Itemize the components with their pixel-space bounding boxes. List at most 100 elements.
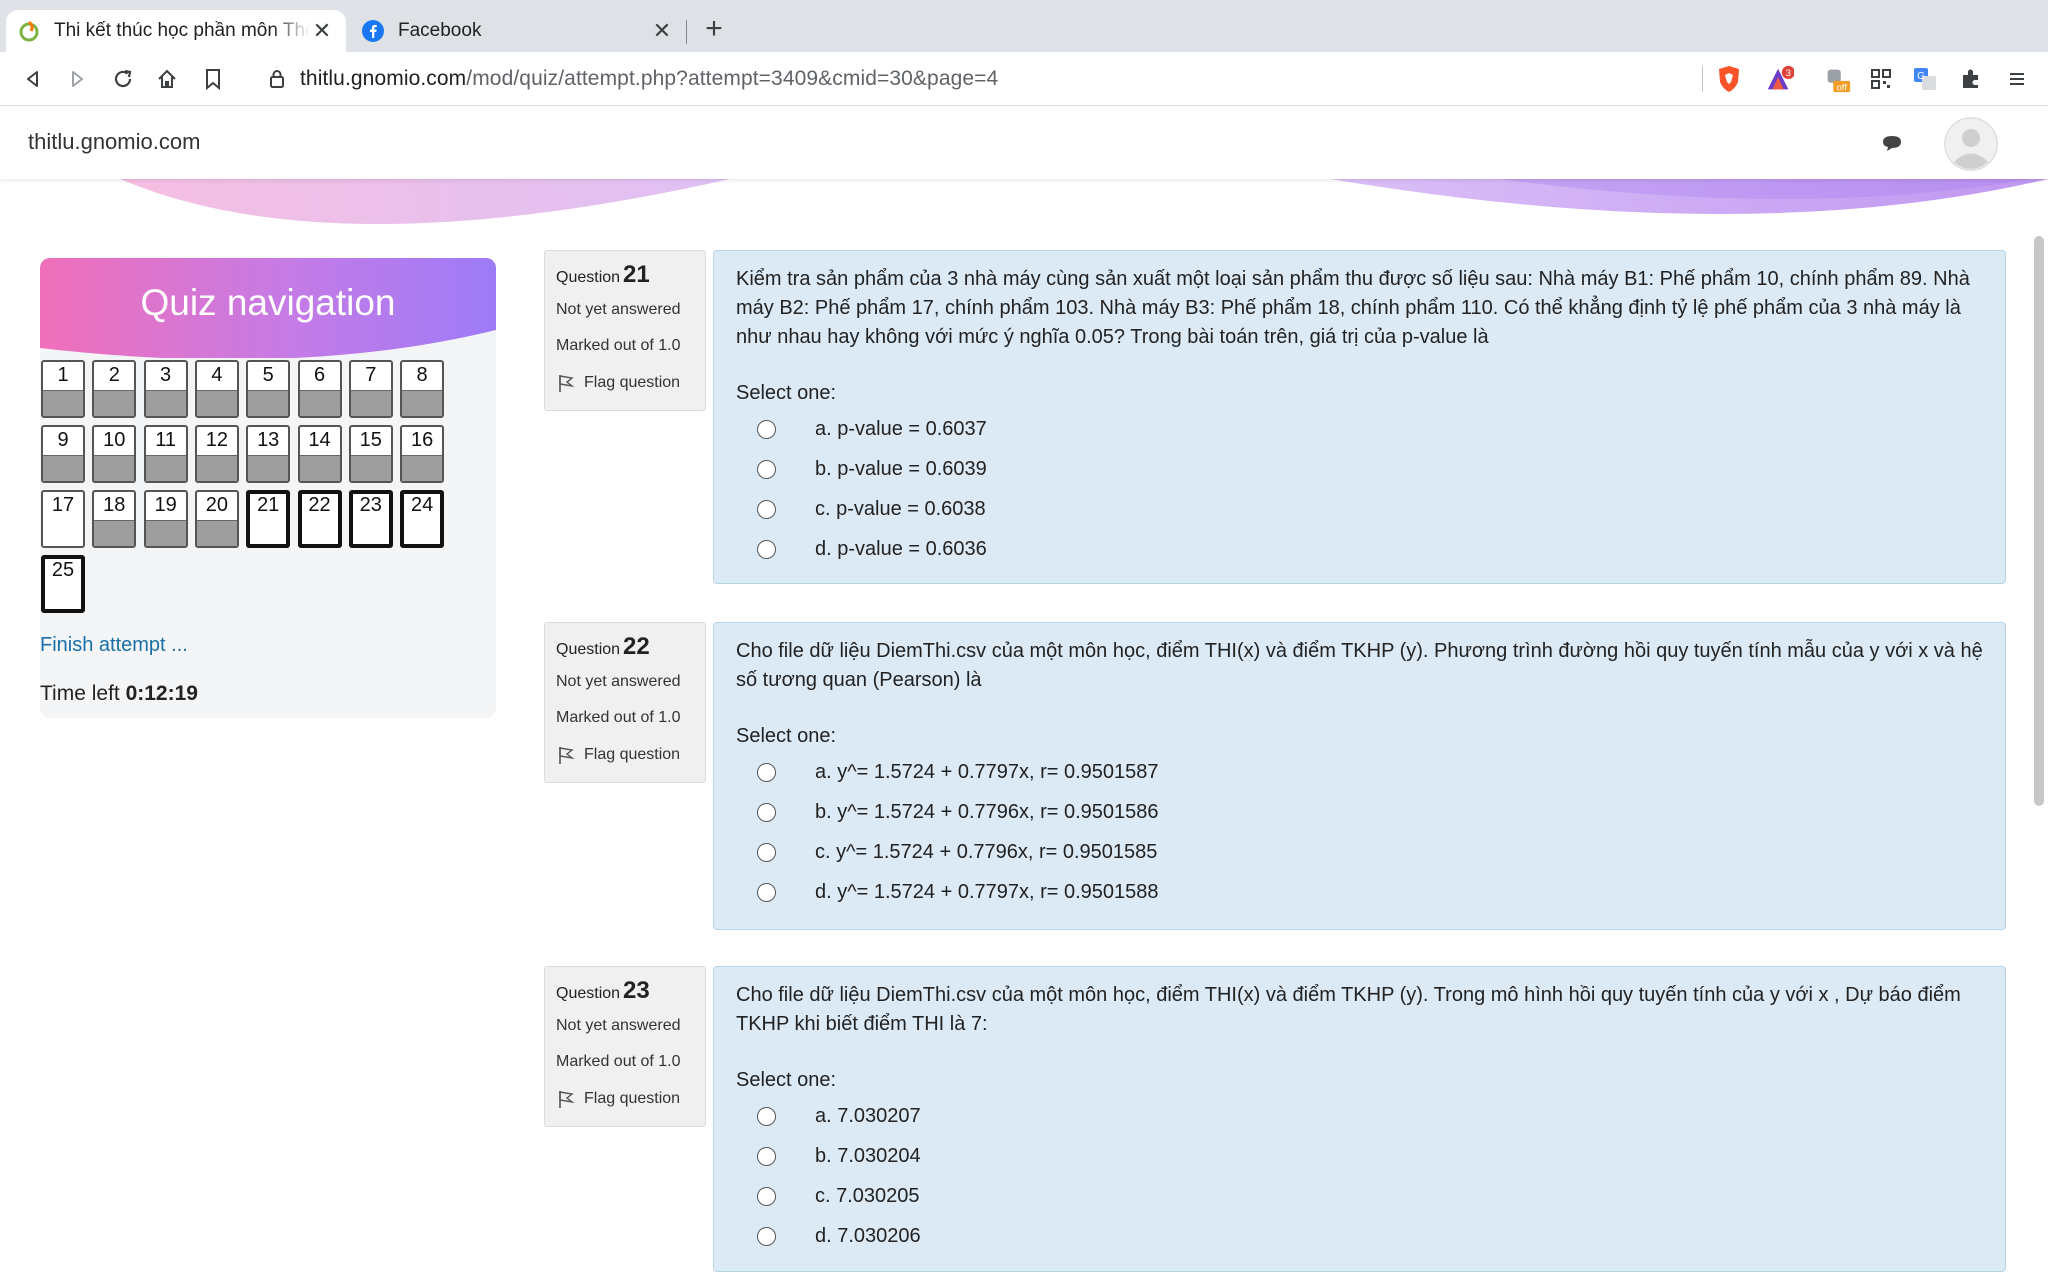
answer-label[interactable]: d. y^= 1.5724 + 0.7797x, r= 0.9501588 bbox=[815, 881, 1159, 904]
home-icon[interactable] bbox=[152, 64, 182, 94]
answer-option[interactable]: c. p-value = 0.6038 bbox=[736, 489, 1985, 529]
flag-question-label: Flag question bbox=[584, 374, 681, 391]
quiz-nav-button[interactable]: 17 bbox=[41, 490, 85, 548]
quiz-nav-button[interactable]: 4 bbox=[194, 360, 239, 418]
answered-indicator bbox=[145, 520, 186, 546]
quiz-nav-button[interactable]: 16 bbox=[400, 425, 445, 483]
brave-rewards-icon[interactable]: 3 bbox=[1764, 64, 1794, 94]
menu-icon[interactable] bbox=[2002, 64, 2032, 94]
answer-radio[interactable] bbox=[757, 459, 776, 479]
answered-indicator bbox=[196, 520, 237, 546]
quiz-nav-button[interactable]: 7 bbox=[348, 360, 393, 418]
answer-label[interactable]: d. 7.030206 bbox=[815, 1225, 921, 1248]
answer-radio[interactable] bbox=[757, 539, 776, 559]
answer-radio[interactable] bbox=[757, 802, 776, 822]
url-host: thitlu.gnomio.com bbox=[300, 67, 467, 90]
quiz-nav-button[interactable]: 2 bbox=[92, 360, 137, 418]
answer-label[interactable]: c. 7.030205 bbox=[815, 1185, 920, 1208]
finish-attempt-link[interactable]: Finish attempt ... bbox=[40, 634, 188, 657]
quiz-nav-button[interactable]: 5 bbox=[246, 360, 291, 418]
answer-option[interactable]: d. p-value = 0.6036 bbox=[736, 529, 1985, 569]
quiz-nav-button[interactable]: 23 bbox=[348, 490, 393, 548]
tab-facebook[interactable]: Facebook ✕ bbox=[350, 10, 686, 52]
quiz-nav-button[interactable]: 14 bbox=[297, 425, 342, 483]
forward-icon[interactable] bbox=[62, 64, 92, 94]
answer-label[interactable]: b. p-value = 0.6039 bbox=[815, 458, 987, 481]
close-icon[interactable]: ✕ bbox=[650, 18, 674, 43]
quiz-nav-button[interactable]: 22 bbox=[297, 490, 342, 548]
tab-divider bbox=[686, 20, 687, 44]
answer-label[interactable]: d. p-value = 0.6036 bbox=[815, 538, 987, 561]
answered-indicator bbox=[350, 390, 391, 416]
quiz-nav-button[interactable]: 25 bbox=[41, 555, 85, 613]
quiz-nav-button-number: 19 bbox=[154, 494, 177, 516]
question-number-label: Question bbox=[556, 641, 621, 658]
answer-label[interactable]: a. y^= 1.5724 + 0.7797x, r= 0.9501587 bbox=[815, 761, 1159, 784]
answer-option[interactable]: c. y^= 1.5724 + 0.7796x, r= 0.9501585 bbox=[736, 832, 1985, 872]
extension-off-icon[interactable]: off bbox=[1822, 64, 1852, 94]
extensions-puzzle-icon[interactable] bbox=[1956, 64, 1986, 94]
quiz-nav-button[interactable]: 24 bbox=[400, 490, 445, 548]
answer-label[interactable]: a. p-value = 0.6037 bbox=[815, 418, 987, 441]
answer-option[interactable]: d. y^= 1.5724 + 0.7797x, r= 0.9501588 bbox=[736, 872, 1985, 912]
answer-label[interactable]: b. 7.030204 bbox=[815, 1145, 921, 1168]
flag-question-button[interactable]: Flag question bbox=[556, 745, 694, 765]
quiz-nav-button[interactable]: 3 bbox=[143, 360, 188, 418]
lock-icon[interactable] bbox=[262, 64, 292, 94]
bookmark-icon[interactable] bbox=[198, 64, 228, 94]
messages-icon[interactable] bbox=[1880, 131, 1904, 155]
answer-radio[interactable] bbox=[757, 882, 776, 902]
answer-radio[interactable] bbox=[757, 762, 776, 782]
answer-radio[interactable] bbox=[757, 842, 776, 862]
quiz-nav-button-number: 12 bbox=[205, 429, 229, 451]
answer-label[interactable]: c. y^= 1.5724 + 0.7796x, r= 0.9501585 bbox=[815, 841, 1157, 864]
site-brand[interactable]: thitlu.gnomio.com bbox=[28, 129, 200, 155]
answer-radio[interactable] bbox=[757, 419, 776, 439]
answer-radio[interactable] bbox=[757, 1146, 776, 1166]
qr-code-icon[interactable] bbox=[1866, 64, 1896, 94]
tab-quiz[interactable]: Thi kết thúc học phần môn Thống kê ✕ bbox=[6, 10, 346, 52]
quiz-nav-button[interactable]: 11 bbox=[143, 425, 188, 483]
quiz-nav-button[interactable]: 13 bbox=[246, 425, 291, 483]
quiz-nav-button[interactable]: 21 bbox=[246, 490, 291, 548]
quiz-nav-button[interactable]: 8 bbox=[400, 360, 445, 418]
quiz-nav-button[interactable]: 12 bbox=[194, 425, 239, 483]
quiz-nav-button[interactable]: 19 bbox=[143, 490, 188, 548]
quiz-nav-button[interactable]: 6 bbox=[297, 360, 342, 418]
quiz-nav-button[interactable]: 1 bbox=[41, 360, 85, 418]
close-icon[interactable]: ✕ bbox=[310, 18, 334, 43]
answer-option[interactable]: a. y^= 1.5724 + 0.7797x, r= 0.9501587 bbox=[736, 752, 1985, 792]
answer-radio[interactable] bbox=[757, 499, 776, 519]
answer-option[interactable]: b. 7.030204 bbox=[736, 1136, 1985, 1176]
answer-option[interactable]: c. 7.030205 bbox=[736, 1176, 1985, 1216]
quiz-nav-button[interactable]: 15 bbox=[348, 425, 393, 483]
translate-icon[interactable]: G bbox=[1910, 64, 1940, 94]
question-number-value: 22 bbox=[623, 633, 650, 660]
quiz-nav-button[interactable]: 18 bbox=[92, 490, 137, 548]
answer-radio[interactable] bbox=[757, 1186, 776, 1206]
new-tab-icon[interactable]: + bbox=[700, 14, 728, 44]
back-icon[interactable] bbox=[18, 64, 48, 94]
answer-label[interactable]: c. p-value = 0.6038 bbox=[815, 498, 986, 521]
reload-icon[interactable] bbox=[108, 64, 138, 94]
answer-radio[interactable] bbox=[757, 1106, 776, 1126]
answer-label[interactable]: a. 7.030207 bbox=[815, 1105, 921, 1128]
quiz-nav-button[interactable]: 9 bbox=[41, 425, 85, 483]
avatar[interactable] bbox=[1944, 117, 1998, 171]
question-info: Question 23 Not yet answered Marked out of … bbox=[544, 966, 706, 1127]
answer-option[interactable]: a. 7.030207 bbox=[736, 1096, 1985, 1136]
flag-question-button[interactable]: Flag question bbox=[556, 373, 694, 393]
answer-option[interactable]: a. p-value = 0.6037 bbox=[736, 409, 1985, 449]
answer-option[interactable]: b. p-value = 0.6039 bbox=[736, 449, 1985, 489]
brave-shield-icon[interactable] bbox=[1714, 64, 1744, 94]
answer-option[interactable]: d. 7.030206 bbox=[736, 1216, 1985, 1256]
answer-label[interactable]: b. y^= 1.5724 + 0.7796x, r= 0.9501586 bbox=[815, 801, 1159, 824]
address-bar[interactable]: thitlu.gnomio.com/mod/quiz/attempt.php?a… bbox=[246, 58, 1706, 100]
flag-question-button[interactable]: Flag question bbox=[556, 1089, 694, 1109]
quiz-nav-button[interactable]: 10 bbox=[92, 425, 137, 483]
answer-radio[interactable] bbox=[757, 1226, 776, 1246]
quiz-nav-button[interactable]: 20 bbox=[194, 490, 239, 548]
answer-option[interactable]: b. y^= 1.5724 + 0.7796x, r= 0.9501586 bbox=[736, 792, 1985, 832]
page-scrollbar[interactable] bbox=[2034, 236, 2044, 806]
quiz-nav-button-number: 3 bbox=[160, 364, 172, 386]
